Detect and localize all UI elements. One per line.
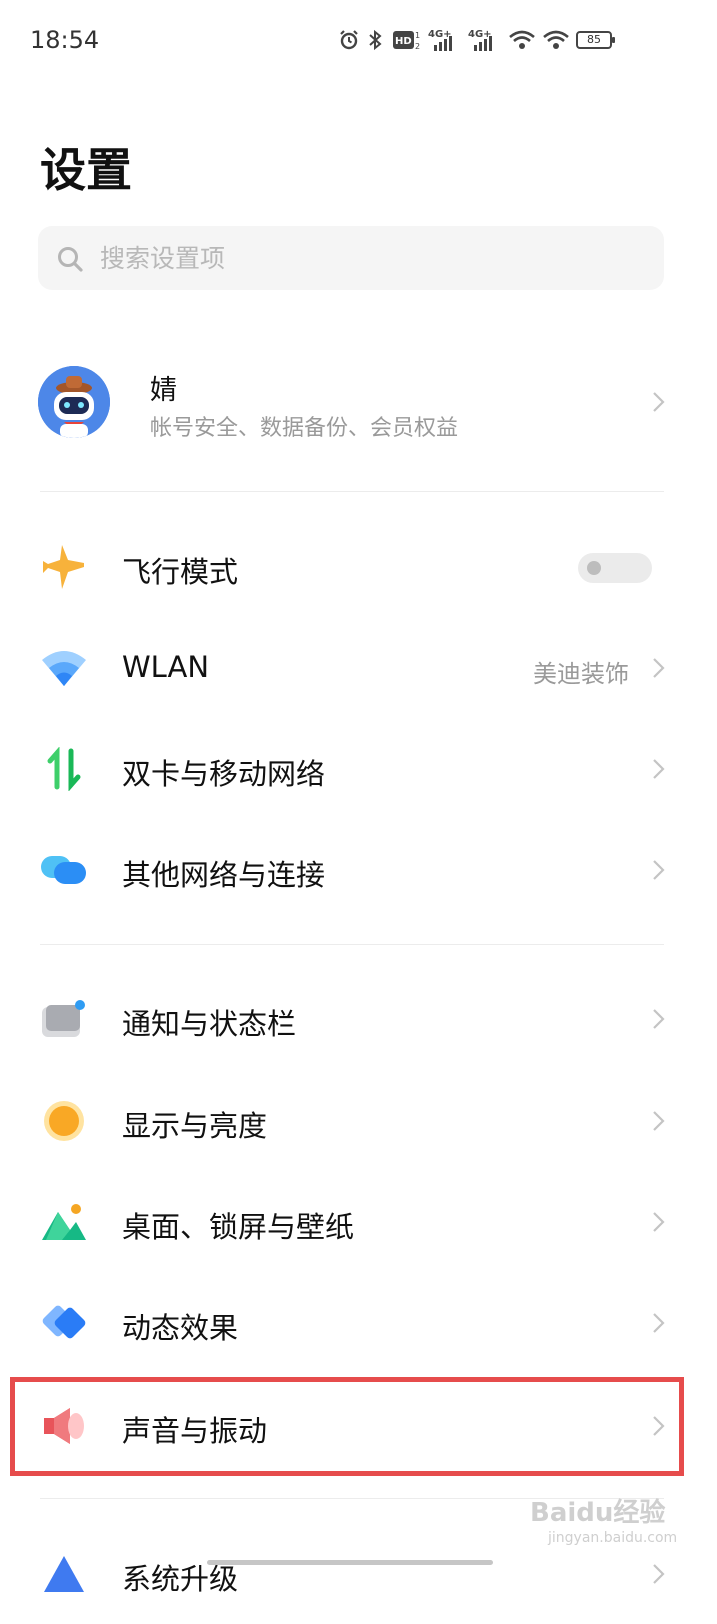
chevron-right-icon [653,658,665,678]
settings-item-wlan[interactable]: WLAN 美迪装饰 [0,618,717,718]
airplane-icon [43,545,84,589]
dual-sim-label: 双卡与移动网络 [122,757,326,791]
wlan-label: WLAN [122,650,210,684]
chevron-right-icon [653,759,665,779]
wifi-small-icon [509,30,535,49]
divider [40,944,664,945]
settings-item-dual-sim[interactable]: 双卡与移动网络 [0,719,717,819]
other-network-label: 其他网络与连接 [122,858,326,892]
connection-icon [41,856,86,884]
highlight-box [10,1377,684,1476]
svg-text:HD: HD [395,36,412,47]
chevron-right-icon [653,1009,665,1029]
divider [40,491,664,492]
wlan-icon [42,651,86,686]
chevron-right-icon [653,1564,665,1584]
animation-icon [42,1305,86,1339]
avatar-robot-image [38,366,110,438]
toggle-knob [587,561,601,575]
svg-text:4G+: 4G+ [428,29,452,40]
animation-label: 动态效果 [122,1311,239,1345]
baidu-watermark-url: jingyan.baidu.com [548,1530,678,1546]
desktop-label: 桌面、锁屏与壁纸 [122,1210,355,1244]
airplane-mode-toggle[interactable] [578,553,652,583]
svg-text:4G+: 4G+ [468,29,492,40]
account-row[interactable]: 婧 帐号安全、数据备份、会员权益 [0,350,717,460]
account-subtitle: 帐号安全、数据备份、会员权益 [150,416,459,441]
bluetooth-icon [369,29,382,51]
chevron-right-icon [653,1111,665,1131]
mobile-data-icon [47,747,81,791]
avatar [38,366,110,438]
airplane-mode-label: 飞行模式 [122,555,239,589]
search-box[interactable] [38,226,664,290]
battery-indicator: 85 [576,31,615,49]
account-name: 婧 [150,375,177,406]
search-icon [58,247,83,272]
hd-icon: HD 1 2 [393,31,420,51]
search-input[interactable] [100,226,640,290]
notification-label: 通知与状态栏 [122,1007,297,1041]
status-bar: 18:54 HD 1 2 4G+ 4G+ 85 [0,0,717,80]
wallpaper-icon [42,1204,86,1240]
status-time: 18:54 [30,26,100,54]
status-icons: HD 1 2 4G+ 4G+ 85 [338,24,615,56]
settings-item-notification[interactable]: 通知与状态栏 [0,969,717,1069]
system-update-icon [44,1556,84,1592]
signal-4g-sim2-icon: 4G+ [468,29,492,51]
settings-item-airplane-mode[interactable]: 飞行模式 [0,517,717,617]
chevron-right-icon [653,1313,665,1333]
settings-item-desktop-wallpaper[interactable]: 桌面、锁屏与壁纸 [0,1172,717,1272]
svg-text:1: 1 [415,31,420,40]
baidu-watermark: Baidu经验 [530,1498,666,1528]
page-title: 设置 [40,143,132,197]
svg-text:2: 2 [415,42,420,51]
settings-item-animation[interactable]: 动态效果 [0,1273,717,1373]
notification-icon [42,1000,85,1037]
wifi-icon [543,30,569,49]
signal-4g-sim1-icon: 4G+ [428,29,452,51]
settings-item-other-network[interactable]: 其他网络与连接 [0,820,717,920]
home-indicator[interactable] [207,1560,493,1565]
wlan-network-name: 美迪装饰 [533,660,629,688]
brightness-icon [44,1101,84,1141]
display-label: 显示与亮度 [122,1109,268,1143]
alarm-icon [340,30,358,50]
chevron-right-icon [653,860,665,880]
chevron-right-icon [653,392,665,412]
chevron-right-icon [653,1212,665,1232]
settings-item-display[interactable]: 显示与亮度 [0,1071,717,1171]
